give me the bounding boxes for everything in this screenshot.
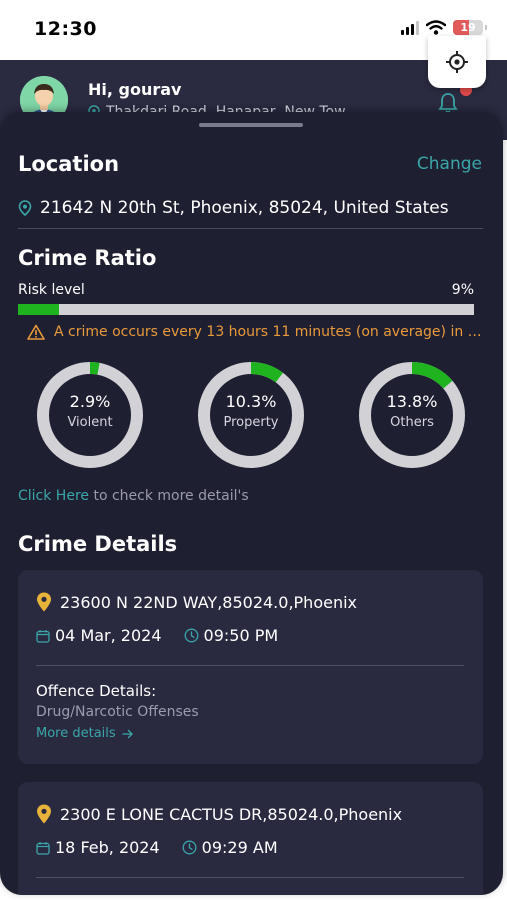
wifi-icon	[426, 20, 446, 35]
more-detail-row: Click Here to check more detail's	[18, 488, 249, 504]
current-address: 21642 N 20th St, Phoenix, 85024, United …	[18, 198, 449, 218]
warning-triangle-icon	[27, 324, 45, 340]
donut-label: Others	[390, 415, 434, 430]
crime-date-text: 18 Feb, 2024	[55, 838, 160, 857]
map-pin-icon	[37, 592, 51, 612]
crime-date-text: 04 Mar, 2024	[55, 626, 162, 645]
crime-info-sheet: Location Change 21642 N 20th St, Phoenix…	[0, 112, 503, 895]
card-divider	[36, 877, 464, 878]
donut-others: 13.8% Others	[357, 360, 467, 470]
crime-time-text: 09:29 AM	[201, 838, 278, 857]
location-divider	[18, 228, 483, 229]
map-pin-icon	[18, 200, 32, 216]
crime-address-text: 2300 E LONE CACTUS DR,85024.0,Phoenix	[60, 804, 403, 824]
arrow-right-icon	[122, 729, 133, 738]
crime-date: 04 Mar, 2024	[36, 626, 162, 645]
crime-address: 2300 E LONE CACTUS DR,85024.0,Phoenix	[36, 804, 402, 824]
crime-details-title: Crime Details	[18, 532, 178, 556]
donut-value: 2.9%	[69, 392, 111, 411]
crime-ratio-title: Crime Ratio	[18, 246, 157, 270]
risk-level-value: 9%	[451, 282, 474, 298]
crime-card[interactable]: 23600 N 22ND WAY,85024.0,Phoenix 04 Mar,…	[18, 570, 483, 764]
warning-text: A crime occurs every 13 hours 11 minutes…	[54, 324, 487, 340]
status-time: 12:30	[34, 18, 97, 40]
donut-label: Property	[223, 415, 279, 430]
current-address-text: 21642 N 20th St, Phoenix, 85024, United …	[40, 198, 449, 218]
battery-icon: 19	[453, 20, 487, 35]
crime-time: 09:29 AM	[182, 838, 278, 857]
clock-icon	[184, 628, 198, 643]
clock-icon	[182, 840, 197, 855]
crime-card[interactable]: 2300 E LONE CACTUS DR,85024.0,Phoenix 18…	[18, 782, 483, 895]
crime-time-text: 09:50 PM	[203, 626, 279, 645]
risk-level-label: Risk level	[18, 282, 85, 298]
map-pin-icon	[37, 804, 51, 824]
battery-level: 19	[460, 21, 476, 34]
card-divider	[36, 665, 464, 666]
offence-title: Offence Details:	[36, 682, 157, 700]
crime-frequency-warning: A crime occurs every 13 hours 11 minutes…	[27, 324, 487, 340]
crime-datetime: 18 Feb, 2024 09:29 AM	[36, 838, 300, 857]
crime-address: 23600 N 22ND WAY,85024.0,Phoenix	[36, 592, 357, 612]
calendar-icon	[36, 629, 50, 643]
calendar-icon	[36, 841, 50, 855]
more-detail-text: to check more detail's	[89, 488, 249, 504]
change-location-link[interactable]: Change	[417, 154, 482, 174]
offence-type: Drug/Narcotic Offenses	[36, 704, 199, 720]
crosshair-icon	[446, 51, 468, 73]
crime-date: 18 Feb, 2024	[36, 838, 160, 857]
drag-handle[interactable]	[199, 123, 303, 127]
risk-level-bar	[18, 304, 474, 315]
locate-me-button[interactable]	[428, 36, 486, 88]
cellular-signal-icon	[401, 20, 419, 35]
donut-property: 10.3% Property	[196, 360, 306, 470]
status-icons: 19	[401, 20, 487, 35]
bell-icon	[438, 93, 458, 113]
crime-address-text: 23600 N 22ND WAY,85024.0,Phoenix	[60, 592, 358, 612]
more-details-label: More details	[36, 726, 116, 741]
location-title: Location	[18, 152, 120, 176]
donut-label: Violent	[67, 415, 113, 430]
crime-time: 09:50 PM	[184, 626, 279, 645]
greeting: Hi, gourav	[88, 80, 182, 99]
donut-value: 10.3%	[225, 392, 277, 411]
click-here-link[interactable]: Click Here	[18, 488, 89, 504]
crime-datetime: 04 Mar, 2024 09:50 PM	[36, 626, 300, 645]
more-details-link[interactable]: More details	[36, 726, 134, 741]
risk-level-fill	[18, 304, 60, 315]
donut-value: 13.8%	[386, 392, 438, 411]
donut-violent: 2.9% Violent	[35, 360, 145, 470]
